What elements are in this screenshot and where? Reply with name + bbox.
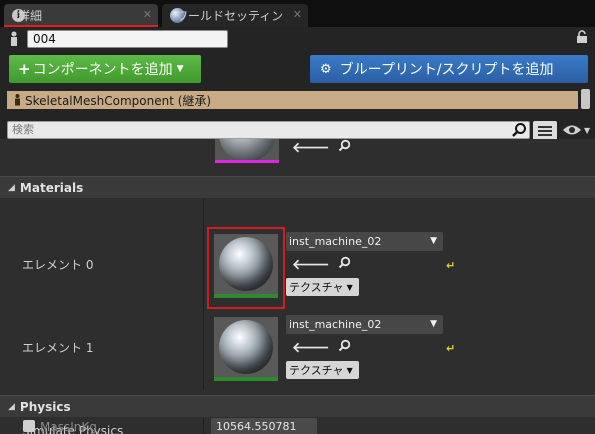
selection-highlight — [207, 227, 285, 309]
material-combo-0[interactable]: inst_machine_02 ▼ — [286, 232, 443, 251]
mesh-thumbnail[interactable] — [215, 139, 279, 163]
column-divider — [203, 199, 204, 389]
list-view-icon[interactable] — [533, 121, 557, 141]
element-0-label: エレメント 0 — [22, 258, 94, 272]
mass-override-checkbox[interactable] — [23, 420, 35, 432]
arrow-left-icon[interactable]: 🡐 — [292, 339, 330, 356]
material-combo-1[interactable]: inst_machine_02 ▼ — [286, 315, 443, 334]
details-panel: 004 + コンポーネントを追加 ▼ ⚙ ブループリント/スクリプトを追加 Sk… — [0, 27, 595, 434]
add-blueprint-button[interactable]: ⚙ ブループリント/スクリプトを追加 — [310, 55, 588, 83]
plus-icon: + — [18, 60, 31, 78]
close-icon[interactable]: ✕ — [293, 8, 302, 21]
search-icon[interactable] — [511, 122, 527, 138]
actor-name-input[interactable]: 004 — [27, 30, 228, 48]
column-divider — [203, 418, 204, 434]
component-label: SkeletalMeshComponent (継承) — [25, 93, 212, 108]
chevron-down-icon: ▼ — [176, 64, 184, 74]
add-component-button[interactable]: + コンポーネントを追加 ▼ — [9, 55, 201, 83]
reset-to-default-icon[interactable]: ↵ — [446, 259, 455, 272]
reset-to-default-icon[interactable]: ↵ — [446, 342, 455, 355]
element-1-label: エレメント 1 — [22, 341, 94, 355]
tab-world-settings-label: ワールドセッティング — [176, 9, 282, 23]
gear-icon: ⚙ — [320, 61, 332, 77]
chevron-down-icon: ▼ — [430, 319, 437, 329]
tab-details-label: 詳細 — [18, 9, 43, 23]
material-combo-0-value: inst_machine_02 — [289, 235, 382, 248]
search-icon[interactable] — [338, 139, 351, 152]
mass-input[interactable]: 10564.550781 — [211, 418, 317, 434]
add-component-label: コンポーネントを追加 — [32, 62, 173, 78]
collapse-triangle-icon: ◢ — [8, 401, 15, 412]
tab-bar: i 詳細 ✕ ワールドセッティング ✕ — [0, 0, 595, 27]
search-icon[interactable] — [338, 256, 351, 269]
close-icon[interactable]: ✕ — [143, 8, 152, 21]
chevron-down-icon: ▼ — [346, 282, 353, 292]
search-icon[interactable] — [338, 339, 351, 352]
property-list: 🡐 ◢ Materials エレメント 0 inst_machine_02 ▼ … — [0, 139, 595, 434]
actor-icon — [11, 31, 17, 46]
arrow-left-icon[interactable]: 🡐 — [292, 256, 330, 273]
skeletal-mesh-icon — [15, 94, 20, 106]
mass-label: MassInKg — [40, 420, 97, 434]
chevron-down-icon: ▼ — [430, 236, 437, 246]
tab-world-settings[interactable]: ワールドセッティング ✕ — [162, 4, 308, 27]
scrollbar[interactable] — [581, 89, 590, 109]
tab-details[interactable]: i 詳細 ✕ — [4, 4, 158, 27]
physics-section-title: Physics — [19, 399, 71, 414]
add-blueprint-label: ブループリント/スクリプトを追加 — [339, 62, 554, 78]
texture-button-0-label: テクスチャ — [289, 281, 344, 294]
texture-button-1-label: テクスチャ — [289, 364, 344, 377]
chevron-down-icon: ▼ — [346, 365, 353, 375]
search-input[interactable]: 検索 — [7, 121, 530, 139]
materials-section-title: Materials — [19, 180, 84, 195]
chevron-down-icon: ▼ — [584, 125, 591, 135]
material-combo-1-value: inst_machine_02 — [289, 318, 382, 331]
physics-section-header[interactable]: ◢ Physics — [0, 395, 595, 417]
materials-section-header[interactable]: ◢ Materials — [0, 176, 595, 198]
texture-button-1[interactable]: テクスチャ ▼ — [286, 361, 359, 379]
eye-icon[interactable]: ▼ — [562, 122, 592, 138]
component-row[interactable]: SkeletalMeshComponent (継承) — [7, 91, 578, 109]
lock-icon[interactable] — [576, 30, 588, 44]
material-thumbnail-1[interactable] — [214, 317, 278, 381]
texture-button-0[interactable]: テクスチャ ▼ — [286, 278, 359, 296]
collapse-triangle-icon: ◢ — [8, 182, 15, 193]
arrow-left-icon[interactable]: 🡐 — [292, 139, 330, 156]
